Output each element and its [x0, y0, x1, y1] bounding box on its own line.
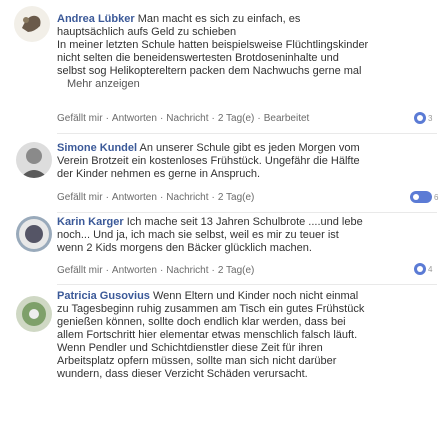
comment-author[interactable]: Karin Karger: [57, 216, 124, 228]
like-badge[interactable]: 3: [414, 111, 432, 125]
like-icon: [414, 263, 426, 275]
divider: [57, 212, 437, 213]
avatar[interactable]: [16, 142, 52, 178]
comment-author[interactable]: Andrea Lübker: [57, 13, 135, 25]
divider: [57, 284, 437, 285]
like-icon: [410, 191, 432, 203]
timestamp[interactable]: 2 Tag(e): [218, 265, 255, 276]
reply-link[interactable]: Antworten: [112, 265, 157, 276]
like-link[interactable]: Gefällt mir: [57, 192, 103, 203]
like-link[interactable]: Gefällt mir: [57, 113, 103, 124]
message-link[interactable]: Nachricht: [166, 265, 208, 276]
avatar[interactable]: [16, 296, 52, 332]
like-badge[interactable]: 6: [410, 190, 438, 204]
timestamp[interactable]: 2 Tag(e): [218, 192, 255, 203]
comment-text: Karin Karger Ich mache seit 13 Jahren Sc…: [57, 216, 363, 254]
comment-text: Patricia Gusovius Wenn Eltern und Kinder…: [57, 290, 365, 380]
comment-patricia: Patricia Gusovius Wenn Eltern und Kinder…: [0, 290, 448, 440]
message-link[interactable]: Nachricht: [166, 113, 208, 124]
message-link[interactable]: Nachricht: [166, 192, 208, 203]
comment-text: Andrea Lübker Man macht es sich zu einfa…: [57, 13, 369, 90]
comment-karin: Karin Karger Ich mache seit 13 Jahren Sc…: [0, 216, 448, 276]
like-icon: [414, 112, 426, 124]
comment-text: Simone Kundel An unserer Schule gibt es …: [57, 142, 360, 180]
timestamp[interactable]: 2 Tag(e): [218, 113, 255, 124]
avatar[interactable]: [16, 216, 52, 252]
avatar[interactable]: [14, 6, 50, 42]
more-link[interactable]: Mehr anzeigen: [67, 78, 140, 90]
comment-actions: Gefällt mir · Antworten · Nachricht · 2 Tag(e)…: [57, 113, 310, 124]
comment-author[interactable]: Simone Kundel: [57, 142, 137, 154]
reply-link[interactable]: Antworten: [112, 113, 157, 124]
reply-link[interactable]: Antworten: [112, 192, 157, 203]
comment-actions: Gefällt mir · Antworten · Nachricht · 2 Tag(e): [57, 265, 255, 276]
divider: [57, 133, 437, 134]
comment-actions: Gefällt mir · Antworten · Nachricht · 2 Tag(e): [57, 192, 255, 203]
comment-andrea: Andrea Lübker Man macht es sich zu einfa…: [0, 0, 448, 130]
like-badge[interactable]: 4: [414, 262, 432, 276]
edit-link[interactable]: Bearbeitet: [264, 113, 310, 124]
like-link[interactable]: Gefällt mir: [57, 265, 103, 276]
comment-author[interactable]: Patricia Gusovius: [57, 290, 150, 302]
